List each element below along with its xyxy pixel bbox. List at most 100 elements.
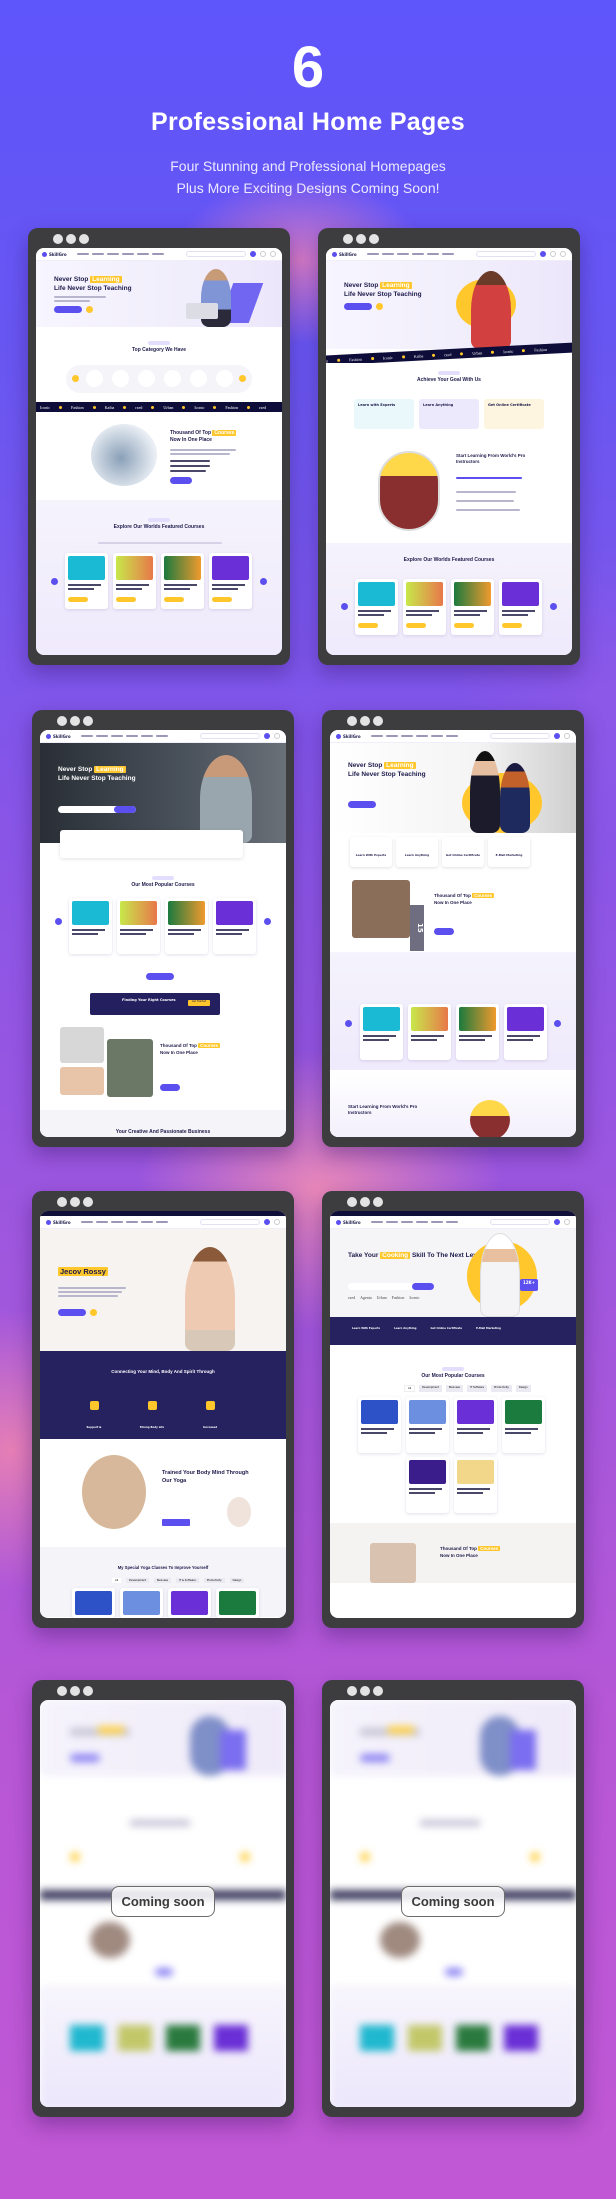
homepage-count: 6	[291, 35, 325, 100]
search-icon	[264, 1219, 270, 1225]
tab-productivity: Productivity	[203, 1578, 225, 1583]
preview-screen: SkillGro Never Stop Learning Life Never …	[330, 730, 576, 1137]
logo: SkillGro	[46, 733, 71, 739]
next-arrow-icon	[264, 918, 271, 925]
instructor-title: Start Learning From World's Pro Instruct…	[348, 1104, 418, 1115]
navbar: SkillGro	[330, 1216, 576, 1229]
trained-section: Trained Your Body Mind Through Our Yoga	[40, 1439, 286, 1547]
read-more-button	[160, 1084, 180, 1091]
preview-frame-home-cooking[interactable]: SkillGro Take Your Cooking Skill To The …	[322, 1191, 584, 1628]
preview-frame-home-yoga[interactable]: SkillGro Jecov Rossy Connecting Your Min…	[32, 1191, 294, 1628]
hero-headline: Never Stop Learning Life Never Stop Teac…	[348, 762, 426, 778]
instructor-image	[470, 1100, 510, 1137]
tab-productivity: Productivity	[491, 1385, 512, 1392]
window-dots	[53, 234, 89, 244]
course-card	[65, 553, 108, 609]
window-dots	[57, 1197, 93, 1207]
about-image	[352, 880, 410, 938]
support-icon	[89, 1401, 99, 1410]
preview-screen: SkillGro Jecov Rossy Connecting Your Min…	[40, 1211, 286, 1618]
featured-title: Explore Our Worlds Featured Courses	[403, 557, 495, 563]
goal-card: Get Online Certificate	[484, 399, 544, 429]
coming-soon-badge: Coming soon	[111, 1886, 215, 1917]
cta-button	[348, 801, 376, 808]
user-icon	[270, 251, 276, 257]
hero-section: Never Stop Learning Life Never Stop Teac…	[40, 743, 286, 843]
navbar: SkillGro	[36, 248, 282, 261]
navbar: SkillGro	[40, 730, 286, 743]
yoga-class-image	[82, 1455, 146, 1529]
category-carousel	[66, 365, 252, 393]
window-dots	[343, 234, 379, 244]
instructor-title: Start Learning From World's Pro Instruct…	[456, 453, 526, 464]
course-card	[168, 1588, 211, 1618]
window-dots	[347, 1197, 383, 1207]
preview-frame-home-4[interactable]: SkillGro Never Stop Learning Life Never …	[322, 710, 584, 1147]
feature-item: E-Mail Marketing	[476, 1327, 501, 1330]
preview-screen: SkillGro Never Stop Learning Life Never …	[40, 730, 286, 1137]
hero-person-image	[471, 271, 511, 349]
featured-courses-section: Explore Our Worlds Featured Courses	[326, 543, 572, 655]
course-cards	[69, 898, 256, 954]
course-card	[451, 579, 494, 635]
hero-section: Never Stop Learning Life Never Stop Teac…	[326, 261, 572, 349]
section-title: Our Most Popular Courses	[131, 882, 195, 888]
cart-icon	[274, 733, 280, 739]
preview-frame-coming-soon-1[interactable]: Coming soon	[32, 1680, 294, 2117]
cta-button	[54, 306, 82, 313]
about-image-2	[60, 1067, 104, 1095]
logo-icon	[332, 251, 337, 257]
search-icon	[554, 1219, 560, 1225]
years-badge: 15	[410, 905, 424, 951]
goal-title: Achieve Your Goal With Us	[417, 377, 481, 383]
tab-design: Design	[229, 1578, 245, 1583]
schedule-button	[162, 1519, 190, 1526]
navbar: SkillGro	[40, 1216, 286, 1229]
hero-headline: Never Stop Learning Life Never Stop Teac…	[58, 766, 136, 782]
read-more-button	[434, 928, 454, 935]
window-dots	[347, 1686, 383, 1696]
preview-frame-home-2[interactable]: SkillGro Never Stop Learning Life Never …	[318, 228, 580, 665]
prev-arrow-icon	[341, 603, 348, 610]
hero-subtitle-line-1: Four Stunning and Professional Homepages	[170, 158, 446, 174]
about-image-1	[60, 1027, 104, 1063]
window-dots	[57, 716, 93, 726]
about-image	[91, 424, 157, 486]
search-input	[476, 251, 536, 257]
see-all-button	[146, 973, 174, 980]
prev-arrow-icon	[55, 918, 62, 925]
tab-business: Business	[445, 1385, 463, 1392]
goal-section: Achieve Your Goal With Us Learn with Exp…	[326, 363, 572, 443]
course-card	[165, 898, 208, 954]
hero-section: Jecov Rossy	[40, 1229, 286, 1351]
next-arrow-icon	[554, 1020, 561, 1027]
hero-headline: Take Your Cooking Skill To The Next Leve…	[348, 1252, 483, 1259]
course-card	[161, 553, 204, 609]
logo-icon	[336, 733, 341, 739]
about-title: Thousand Of Top Courses Now In One Place	[440, 1546, 501, 1558]
tab-development: Development	[419, 1385, 442, 1392]
course-cards	[355, 579, 542, 635]
tab-it-software: IT Software	[466, 1385, 488, 1392]
preview-frame-home-3[interactable]: SkillGro Never Stop Learning Life Never …	[32, 710, 294, 1147]
preview-frame-coming-soon-2[interactable]: Coming soon	[322, 1680, 584, 2117]
brand-logos: rxed Agenta Urban Fashion Iconic	[348, 1295, 420, 1300]
cart-icon	[564, 1219, 570, 1225]
preview-screen: SkillGro Never Stop Learning Life Never …	[326, 248, 572, 655]
search-input	[200, 733, 260, 739]
about-title: Thousand Of Top Courses Now In One Place	[170, 430, 237, 443]
goal-card: Learn with Experts	[354, 399, 414, 429]
graduate-image	[500, 763, 530, 833]
preview-frame-home-1[interactable]: SkillGro Never Stop Learning Life Never …	[28, 228, 290, 665]
read-more-button	[170, 477, 192, 484]
course-card	[117, 898, 160, 954]
course-card	[69, 898, 112, 954]
mission-title: Connecting Your Mind, Body And Spirit Th…	[111, 1369, 215, 1374]
laptop-image	[186, 303, 218, 319]
course-cards	[360, 1004, 547, 1060]
bottom-title: Your Creative And Passionate Business	[115, 1129, 211, 1135]
yoga-instructor-image	[185, 1247, 235, 1351]
tab-all: All	[112, 1578, 122, 1583]
phone-icon	[90, 1309, 97, 1316]
tab-development: Development	[126, 1578, 149, 1583]
